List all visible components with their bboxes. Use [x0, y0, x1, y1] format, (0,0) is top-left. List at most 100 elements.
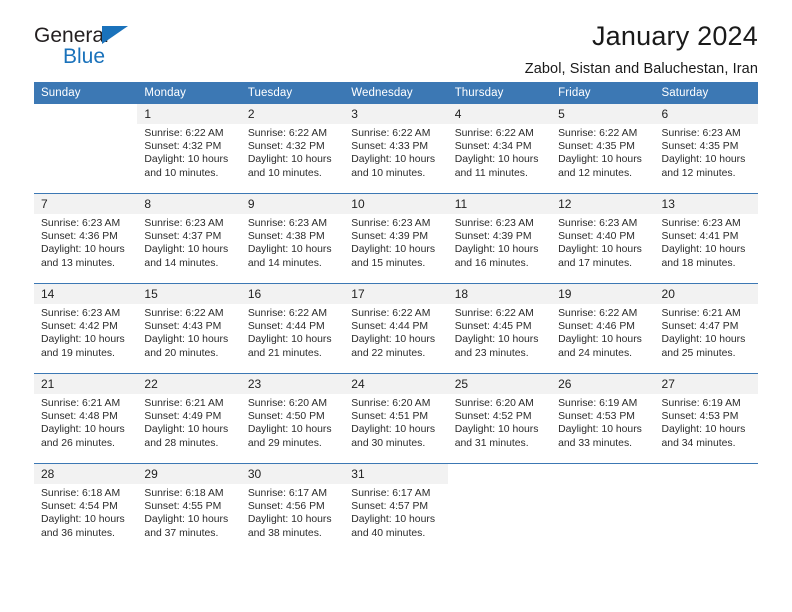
- calendar-day-cell[interactable]: 27 Sunrise: 6:19 AM Sunset: 4:53 PM Dayligh…: [654, 373, 758, 464]
- calendar-day-cell[interactable]: 22 Sunrise: 6:21 AM Sunset: 4:49 PM Dayligh…: [137, 373, 241, 464]
- detail-sunset: Sunset: 4:37 PM: [144, 231, 222, 243]
- detail-daylight2: and 30 minutes.: [351, 437, 426, 449]
- calendar-day-cell[interactable]: 19 Sunrise: 6:22 AM Sunset: 4:46 PM Dayligh…: [551, 283, 655, 374]
- calendar-day-cell[interactable]: 24 Sunrise: 6:20 AM Sunset: 4:51 PM Dayligh…: [344, 373, 448, 464]
- page-subtitle: Zabol, Sistan and Baluchestan, Iran: [524, 61, 758, 77]
- calendar-day-cell[interactable]: 11 Sunrise: 6:23 AM Sunset: 4:39 PM Dayligh…: [447, 193, 552, 284]
- detail-daylight2: and 17 minutes.: [558, 257, 633, 269]
- day-cell-inner: 6 Sunrise: 6:23 AM Sunset: 4:35 PM Daylight…: [654, 104, 758, 193]
- calendar-day-cell[interactable]: 10 Sunrise: 6:23 AM Sunset: 4:39 PM Dayligh…: [344, 193, 448, 284]
- logo-text-blue: Blue: [63, 45, 106, 68]
- detail-daylight2: and 31 minutes.: [454, 437, 529, 449]
- calendar-day-cell[interactable]: 29 Sunrise: 6:18 AM Sunset: 4:55 PM Dayligh…: [137, 463, 241, 553]
- day-number: [448, 464, 551, 484]
- calendar-day-cell[interactable]: 12 Sunrise: 6:23 AM Sunset: 4:40 PM Dayligh…: [551, 193, 655, 284]
- day-number: 20: [654, 284, 758, 304]
- day-cell-inner: [551, 464, 654, 553]
- detail-sunset: Sunset: 4:39 PM: [454, 231, 532, 243]
- calendar-day-cell[interactable]: 2 Sunrise: 6:22 AM Sunset: 4:32 PM Daylight…: [240, 104, 345, 194]
- calendar-day-cell[interactable]: 15 Sunrise: 6:22 AM Sunset: 4:43 PM Dayligh…: [137, 283, 241, 374]
- day-number: 22: [137, 374, 241, 394]
- day-cell-inner: 7 Sunrise: 6:23 AM Sunset: 4:36 PM Daylight…: [34, 194, 138, 283]
- day-number: 6: [654, 104, 758, 124]
- calendar-day-cell[interactable]: 5 Sunrise: 6:22 AM Sunset: 4:35 PM Daylight…: [551, 104, 655, 194]
- logo-text-general: General: [34, 24, 109, 47]
- day-number: [34, 104, 137, 124]
- calendar-day-cell[interactable]: 13 Sunrise: 6:23 AM Sunset: 4:41 PM Dayligh…: [654, 193, 758, 284]
- detail-sunrise: Sunrise: 6:23 AM: [661, 218, 741, 229]
- day-details: Sunrise: 6:20 AM Sunset: 4:52 PM Daylight:…: [448, 394, 551, 450]
- day-details: Sunrise: 6:23 AM Sunset: 4:42 PM Daylight:…: [34, 304, 137, 360]
- detail-sunset: Sunset: 4:44 PM: [351, 321, 429, 333]
- calendar-day-cell[interactable]: 18 Sunrise: 6:22 AM Sunset: 4:45 PM Dayligh…: [447, 283, 552, 374]
- day-details: Sunrise: 6:19 AM Sunset: 4:53 PM Daylight:…: [655, 394, 758, 450]
- detail-daylight1: Daylight: 10 hours: [558, 154, 642, 166]
- calendar-day-cell[interactable]: 26 Sunrise: 6:19 AM Sunset: 4:53 PM Dayligh…: [551, 373, 655, 464]
- day-number: 21: [34, 374, 138, 394]
- day-number: 12: [551, 194, 655, 214]
- day-cell-inner: 11 Sunrise: 6:23 AM Sunset: 4:39 PM Dayligh…: [447, 194, 552, 283]
- calendar-day-cell[interactable]: 1 Sunrise: 6:22 AM Sunset: 4:32 PM Daylight…: [137, 104, 241, 194]
- calendar-day-cell[interactable]: 3 Sunrise: 6:22 AM Sunset: 4:33 PM Daylight…: [344, 104, 448, 194]
- day-details: Sunrise: 6:22 AM Sunset: 4:46 PM Daylight:…: [551, 304, 654, 360]
- calendar-day-cell[interactable]: 23 Sunrise: 6:20 AM Sunset: 4:50 PM Dayligh…: [240, 373, 345, 464]
- detail-sunrise: Sunrise: 6:21 AM: [41, 398, 121, 409]
- detail-sunset: Sunset: 4:53 PM: [661, 411, 739, 423]
- detail-daylight2: and 12 minutes.: [661, 167, 736, 179]
- day-number: 14: [34, 284, 138, 304]
- detail-sunset: Sunset: 4:32 PM: [144, 141, 222, 153]
- calendar-day-cell[interactable]: 4 Sunrise: 6:22 AM Sunset: 4:34 PM Daylight…: [447, 104, 552, 194]
- calendar-day-cell[interactable]: 7 Sunrise: 6:23 AM Sunset: 4:36 PM Daylight…: [34, 193, 138, 284]
- detail-sunset: Sunset: 4:47 PM: [661, 321, 739, 333]
- calendar-day-cell[interactable]: 21 Sunrise: 6:21 AM Sunset: 4:48 PM Dayligh…: [34, 373, 138, 464]
- detail-daylight1: Daylight: 10 hours: [454, 334, 539, 346]
- detail-daylight2: and 23 minutes.: [454, 347, 529, 359]
- calendar-day-cell[interactable]: 16 Sunrise: 6:22 AM Sunset: 4:44 PM Dayligh…: [240, 283, 345, 374]
- detail-sunrise: Sunrise: 6:21 AM: [144, 398, 224, 409]
- calendar-day-cell[interactable]: 31 Sunrise: 6:17 AM Sunset: 4:57 PM Dayligh…: [344, 463, 448, 553]
- detail-daylight1: Daylight: 10 hours: [558, 244, 642, 256]
- calendar-table: Sunday Monday Tuesday Wednesday Thursday…: [34, 82, 758, 553]
- day-details: Sunrise: 6:23 AM Sunset: 4:39 PM Daylight:…: [344, 214, 447, 270]
- detail-daylight2: and 37 minutes.: [144, 527, 219, 539]
- day-cell-inner: 29 Sunrise: 6:18 AM Sunset: 4:55 PM Dayligh…: [137, 464, 241, 553]
- day-cell-inner: 19 Sunrise: 6:22 AM Sunset: 4:46 PM Dayligh…: [551, 284, 655, 373]
- day-details: Sunrise: 6:22 AM Sunset: 4:35 PM Daylight:…: [551, 124, 654, 180]
- detail-daylight2: and 33 minutes.: [558, 437, 633, 449]
- detail-sunrise: Sunrise: 6:18 AM: [41, 488, 121, 499]
- detail-sunset: Sunset: 4:40 PM: [558, 231, 635, 243]
- detail-sunrise: Sunrise: 6:22 AM: [144, 128, 224, 139]
- day-number: [551, 464, 654, 484]
- detail-sunrise: Sunrise: 6:23 AM: [41, 218, 121, 229]
- calendar-day-cell[interactable]: 9 Sunrise: 6:23 AM Sunset: 4:38 PM Daylight…: [240, 193, 345, 284]
- calendar-day-cell[interactable]: 6 Sunrise: 6:23 AM Sunset: 4:35 PM Daylight…: [654, 104, 758, 194]
- day-cell-inner: 30 Sunrise: 6:17 AM Sunset: 4:56 PM Dayligh…: [240, 464, 345, 553]
- calendar-day-cell[interactable]: 30 Sunrise: 6:17 AM Sunset: 4:56 PM Dayligh…: [240, 463, 345, 553]
- day-details: Sunrise: 6:22 AM Sunset: 4:44 PM Daylight:…: [241, 304, 344, 360]
- detail-daylight1: Daylight: 10 hours: [661, 334, 746, 346]
- calendar-day-cell[interactable]: 17 Sunrise: 6:22 AM Sunset: 4:44 PM Dayligh…: [344, 283, 448, 374]
- detail-daylight1: Daylight: 10 hours: [454, 154, 539, 166]
- calendar-day-cell[interactable]: 28 Sunrise: 6:18 AM Sunset: 4:54 PM Dayligh…: [34, 463, 138, 553]
- weekday-header-friday: Friday: [551, 82, 655, 104]
- page-header: General Blue January 2024 Zabol, Sistan …: [34, 0, 758, 77]
- calendar-day-cell[interactable]: 20 Sunrise: 6:21 AM Sunset: 4:47 PM Dayligh…: [654, 283, 758, 374]
- detail-sunrise: Sunrise: 6:19 AM: [661, 398, 741, 409]
- day-cell-inner: 27 Sunrise: 6:19 AM Sunset: 4:53 PM Dayligh…: [654, 374, 758, 463]
- day-cell-inner: 25 Sunrise: 6:20 AM Sunset: 4:52 PM Dayligh…: [447, 374, 552, 463]
- calendar-day-cell[interactable]: 8 Sunrise: 6:23 AM Sunset: 4:37 PM Daylight…: [137, 193, 241, 284]
- day-details: Sunrise: 6:22 AM Sunset: 4:34 PM Daylight:…: [448, 124, 551, 180]
- calendar-page: General Blue January 2024 Zabol, Sistan …: [0, 0, 792, 612]
- day-details: Sunrise: 6:20 AM Sunset: 4:51 PM Daylight:…: [344, 394, 447, 450]
- detail-sunrise: Sunrise: 6:23 AM: [558, 218, 638, 229]
- weekday-header-sunday: Sunday: [34, 82, 138, 104]
- day-number: 28: [34, 464, 138, 484]
- day-number: 16: [240, 284, 345, 304]
- calendar-day-cell[interactable]: 14 Sunrise: 6:23 AM Sunset: 4:42 PM Dayligh…: [34, 283, 138, 374]
- day-number: 29: [137, 464, 241, 484]
- day-cell-inner: 31 Sunrise: 6:17 AM Sunset: 4:57 PM Dayligh…: [344, 464, 448, 553]
- day-details: Sunrise: 6:22 AM Sunset: 4:43 PM Daylight:…: [137, 304, 240, 360]
- detail-daylight1: Daylight: 10 hours: [351, 514, 436, 526]
- day-details: Sunrise: 6:23 AM Sunset: 4:41 PM Daylight:…: [655, 214, 758, 270]
- calendar-day-cell[interactable]: 25 Sunrise: 6:20 AM Sunset: 4:52 PM Dayligh…: [447, 373, 552, 464]
